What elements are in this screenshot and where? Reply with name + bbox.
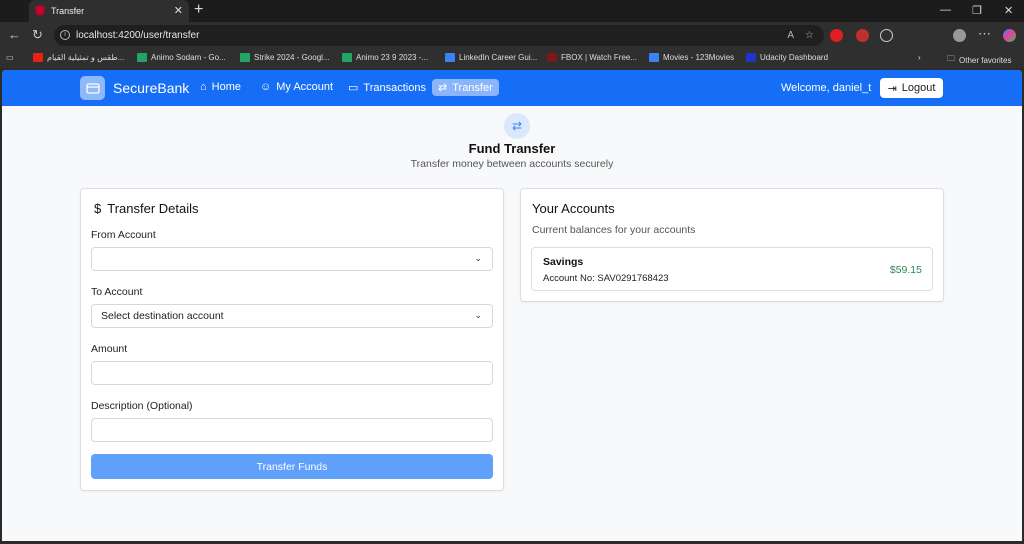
description-input[interactable] [91,418,493,442]
favorite-star-icon[interactable]: ☆ [805,30,814,41]
more-icon[interactable]: ⋯ [978,26,991,42]
info-icon[interactable]: i [60,30,70,40]
back-icon[interactable]: ← [8,27,21,42]
bookmark[interactable]: FBOX | Watch Free... [547,53,637,62]
transfer-icon: ⇄ [438,82,448,94]
other-favorites[interactable]: 🗀 Other favorites [947,53,1011,67]
browser-tab-bar: Transfer ✕ + — ❐ ✕ [0,0,1024,22]
amount-label: Amount [91,343,128,355]
chevron-right-icon[interactable]: › [918,53,921,62]
nav-transactions[interactable]: ▭ Transactions [342,79,432,96]
chevron-down-icon: ⌄ [474,310,482,320]
card-icon: ▭ [348,82,359,94]
page-subtitle: Transfer money between accounts securely [410,158,614,170]
bookmark[interactable]: Animo Sodam - Go... [137,53,226,62]
browser-tab[interactable]: Transfer ✕ [29,0,189,22]
bookmark[interactable]: طقس و تمثيلية القيام... [33,53,124,62]
welcome-text: Welcome, daniel_t [781,82,872,94]
extension-icon[interactable] [830,29,843,42]
bookmark[interactable]: Animo 23 9 2023 -... [342,53,428,62]
url-text: localhost:4200/user/transfer [76,30,200,41]
copilot-icon[interactable] [1003,29,1016,42]
to-account-label: To Account [91,286,143,298]
address-bar[interactable]: i localhost:4200/user/transfer A ☆ [54,25,824,46]
nav-home[interactable]: ⌂ Home [194,79,247,95]
card-title: Your Accounts [532,201,615,216]
logout-button[interactable]: ⇥ Logout [880,78,943,98]
extension-icon[interactable] [856,29,869,42]
your-accounts-card: Your Accounts Current balances for your … [520,188,944,302]
home-icon: ⌂ [200,81,207,93]
page: SecureBank ⌂ Home ☺ My Account ▭ Transactio… [2,70,1022,541]
tab-title: Transfer [51,6,85,16]
bookmark[interactable]: Udacity Dashboard [746,53,828,62]
bookmark[interactable]: Strike 2024 - Googl... [240,53,330,62]
user-icon: ☺ [260,81,272,93]
apps-icon[interactable]: ▭ [6,53,14,62]
chevron-down-icon: ⌄ [474,253,482,263]
read-aloud-icon[interactable]: A [787,30,794,41]
transfer-funds-button[interactable]: Transfer Funds [91,454,493,479]
to-account-select[interactable]: Select destination account ⌄ [91,304,493,328]
card-subtitle: Current balances for your accounts [532,224,696,236]
reload-icon[interactable]: ↻ [32,27,43,43]
description-label: Description (Optional) [91,400,193,412]
amount-input[interactable] [91,361,493,385]
brand-name: SecureBank [113,80,190,96]
bookmark[interactable]: Movies - 123Movies [649,53,734,62]
profile-avatar[interactable] [953,29,966,42]
address-row: i localhost:4200/user/transfer A ☆ [0,22,1024,48]
close-tab-icon[interactable]: ✕ [174,4,183,17]
bookmarks-bar: ▭ طقس و تمثيلية القيام... Animo Sodam - … [0,48,1024,68]
dollar-icon: $ [94,201,102,216]
account-name: Savings [543,256,584,268]
nav-my-account[interactable]: ☺ My Account [254,79,339,95]
brand[interactable]: SecureBank [80,76,189,100]
account-balance: $59.15 [889,264,922,276]
logout-icon: ⇥ [887,82,897,95]
account-number: Account No: SAV0291768423 [543,273,669,284]
bank-card-logo-icon [80,76,105,100]
page-title: Fund Transfer [468,141,556,156]
transfer-details-card: $ Transfer Details From Account ⌄ To Acco… [80,188,504,491]
transfer-icon: ⇄ [504,113,530,139]
angular-favicon-icon [35,5,45,16]
restore-icon[interactable]: ❐ [972,4,982,17]
card-title: $ Transfer Details [94,201,199,216]
navbar: SecureBank ⌂ Home ☺ My Account ▭ Transactio… [2,70,1022,106]
from-account-label: From Account [91,229,156,241]
extensions-icon[interactable] [880,29,893,42]
minimize-icon[interactable]: — [940,4,951,16]
account-item[interactable]: Savings Account No: SAV0291768423 $59.15 [531,247,933,291]
close-window-icon[interactable]: ✕ [1004,4,1013,17]
folder-icon: 🗀 [947,54,955,63]
bookmark[interactable]: LinkedIn Career Gui... [445,53,537,62]
from-account-select[interactable]: ⌄ [91,247,493,271]
nav-transfer[interactable]: ⇄ Transfer [432,79,499,96]
new-tab-icon[interactable]: + [194,1,203,19]
